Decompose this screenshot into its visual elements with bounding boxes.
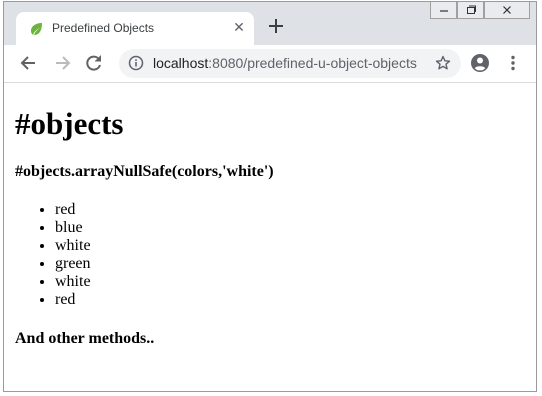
close-window-button[interactable] [484, 2, 530, 19]
address-bar[interactable]: localhost:8080/predefined-u-object-objec… [119, 49, 461, 78]
page-content: #objects #objects.arrayNullSafe(colors,'… [4, 83, 536, 391]
tab-title: Predefined Objects [52, 21, 155, 35]
footer-heading: And other methods.. [15, 330, 155, 347]
page-title: #objects [15, 106, 124, 141]
kebab-menu-icon[interactable] [503, 53, 523, 73]
forward-arrow-icon[interactable] [52, 53, 72, 73]
url-path: :8080/predefined-u-object-objects [208, 55, 417, 71]
browser-toolbar: localhost:8080/predefined-u-object-objec… [4, 45, 536, 83]
restore-button[interactable] [457, 2, 484, 19]
close-icon [503, 6, 511, 14]
list-item: red [55, 201, 525, 219]
minimize-button[interactable] [430, 2, 457, 19]
list-item: blue [55, 219, 525, 237]
color-list: red blue white green white red [15, 201, 525, 309]
title-bar: Predefined Objects ✕ [4, 2, 536, 45]
reload-icon[interactable] [84, 53, 104, 73]
tab-close-icon[interactable]: ✕ [231, 20, 247, 36]
browser-window: Predefined Objects ✕ localhost:8080/pred… [3, 1, 537, 392]
section-heading: #objects.arrayNullSafe(colors,'white') [15, 163, 274, 180]
url-text[interactable]: localhost:8080/predefined-u-object-objec… [153, 55, 417, 71]
tab-predefined-objects[interactable]: Predefined Objects ✕ [16, 12, 254, 45]
restore-icon [466, 5, 476, 14]
window-controls [430, 2, 530, 20]
star-icon[interactable] [435, 55, 451, 71]
list-item: red [55, 291, 525, 309]
info-icon[interactable] [128, 55, 144, 71]
list-item: green [55, 255, 525, 273]
url-host: localhost [153, 55, 209, 71]
account-icon[interactable] [470, 53, 490, 73]
minimize-icon [439, 10, 448, 12]
list-item: white [55, 273, 525, 291]
back-arrow-icon[interactable] [19, 53, 39, 73]
list-item: white [55, 237, 525, 255]
new-tab-icon[interactable] [266, 16, 286, 36]
spring-leaf-icon [31, 23, 42, 35]
